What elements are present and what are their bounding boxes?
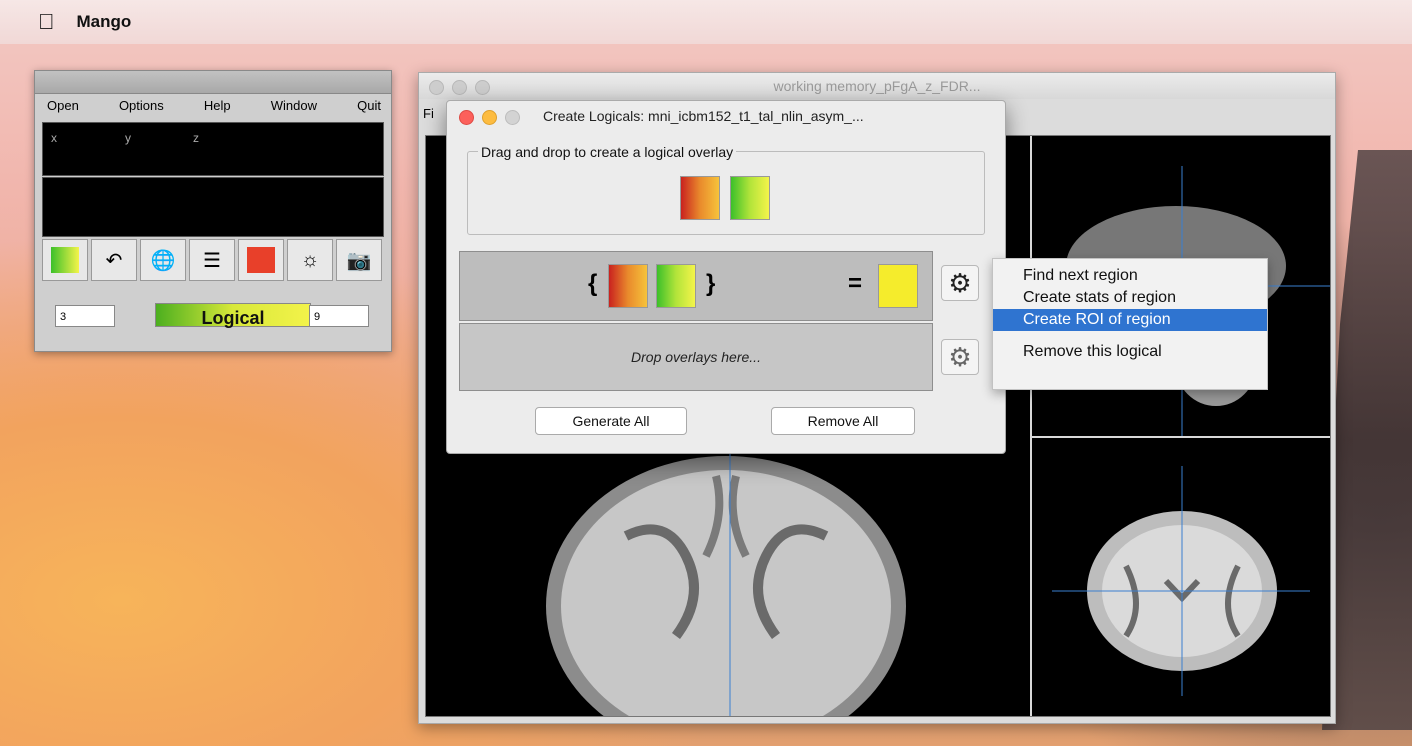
menu-options[interactable]: Options	[119, 98, 164, 116]
dialog-title: Create Logicals: mni_icbm152_t1_tal_nlin…	[543, 108, 864, 124]
view-divider-vertical[interactable]	[1030, 136, 1032, 716]
gear-icon: ⚙	[948, 341, 972, 372]
globe-button[interactable]: 🌐	[140, 239, 186, 281]
viewer-traffic-lights	[429, 80, 490, 95]
coord-y-label: y	[125, 131, 131, 145]
menu-open[interactable]: Open	[47, 98, 79, 116]
color-button[interactable]	[238, 239, 284, 281]
layers-icon: ☰	[203, 249, 221, 272]
toolbar-menu: Open Options Help Window Quit	[35, 94, 391, 116]
overlay-green-swatch[interactable]	[730, 176, 770, 220]
coronal-brain-slice	[1052, 466, 1310, 696]
coord-z-label: z	[193, 131, 199, 145]
dialog-traffic-lights	[459, 110, 520, 125]
view-divider-horizontal[interactable]	[1032, 436, 1330, 438]
viewer-title: working memory_pFgA_z_FDR...	[773, 78, 981, 94]
open-brace: {	[588, 270, 598, 297]
menu-window[interactable]: Window	[271, 98, 317, 116]
mango-toolbar-window: Open Options Help Window Quit x y z ↶ 🌐 …	[34, 70, 392, 352]
apple-icon[interactable]: 	[38, 9, 55, 35]
viewer-menu-file[interactable]: Fi	[423, 106, 434, 121]
viewer-zoom-icon[interactable]	[475, 80, 490, 95]
drop-options-button[interactable]: ⚙	[941, 339, 979, 375]
layers-button[interactable]: ☰	[189, 239, 235, 281]
toolbar-titlebar[interactable]	[35, 71, 391, 94]
menu-help[interactable]: Help	[204, 98, 231, 116]
menu-item-find-next-region[interactable]: Find next region	[993, 265, 1267, 287]
viewer-minimize-icon[interactable]	[452, 80, 467, 95]
dialog-minimize-icon[interactable]	[482, 110, 497, 125]
remove-all-button[interactable]: Remove All	[771, 407, 915, 435]
undo-crosshair-icon: ↶	[105, 249, 123, 272]
drop-placeholder: Drop overlays here...	[631, 349, 761, 365]
sun-icon: ☼	[300, 248, 320, 271]
tool-row: ↶ 🌐 ☰ ☼ 📷	[42, 239, 382, 281]
source-overlays	[680, 176, 770, 220]
close-brace: }	[706, 270, 716, 297]
viewer-close-icon[interactable]	[429, 80, 444, 95]
overlay-swatch-button[interactable]	[42, 239, 88, 281]
red-swatch-icon	[247, 247, 275, 273]
expression-red-swatch[interactable]	[608, 264, 648, 308]
camera-icon: 📷	[346, 249, 372, 272]
snapshot-button[interactable]: 📷	[336, 239, 382, 281]
dialog-titlebar[interactable]: Create Logicals: mni_icbm152_t1_tal_nlin…	[447, 101, 1005, 131]
menu-separator	[993, 331, 1267, 341]
menu-quit[interactable]: Quit	[357, 98, 381, 116]
globe-icon: 🌐	[150, 249, 176, 272]
menu-item-create-roi[interactable]: Create ROI of region	[993, 309, 1267, 331]
logical-options-button[interactable]: ⚙	[941, 265, 979, 301]
menu-item-create-stats[interactable]: Create stats of region	[993, 287, 1267, 309]
lut-bar[interactable]: Logical	[155, 303, 311, 328]
coord-x-label: x	[51, 131, 57, 145]
generate-all-button[interactable]: Generate All	[535, 407, 687, 435]
value-panel	[42, 177, 384, 237]
menu-bar:  Mango	[0, 0, 1412, 44]
result-yellow-swatch[interactable]	[878, 264, 918, 308]
lut-min-field[interactable]: 3	[55, 305, 115, 327]
green-swatch-icon	[51, 247, 79, 273]
dialog-zoom-icon[interactable]	[505, 110, 520, 125]
brightness-button[interactable]: ☼	[287, 239, 333, 281]
overlay-red-swatch[interactable]	[680, 176, 720, 220]
dialog-close-icon[interactable]	[459, 110, 474, 125]
lut-max-field[interactable]: 9	[309, 305, 369, 327]
logical-context-menu: Find next region Create stats of region …	[992, 258, 1268, 390]
expression-green-swatch[interactable]	[656, 264, 696, 308]
group-legend: Drag and drop to create a logical overla…	[478, 144, 737, 160]
logical-expression-row[interactable]: { } =	[459, 251, 933, 321]
menu-item-remove-logical[interactable]: Remove this logical	[993, 341, 1267, 363]
drop-zone[interactable]: Drop overlays here...	[459, 323, 933, 391]
coordinate-panel: x y z	[42, 122, 384, 176]
app-name[interactable]: Mango	[77, 12, 132, 32]
gear-icon: ⚙	[948, 267, 972, 298]
crosshair-undo-button[interactable]: ↶	[91, 239, 137, 281]
axial-brain-slice	[546, 436, 906, 716]
overlay-source-group: Drag and drop to create a logical overla…	[467, 144, 985, 235]
viewer-titlebar[interactable]: working memory_pFgA_z_FDR...	[419, 73, 1335, 99]
create-logicals-dialog: Create Logicals: mni_icbm152_t1_tal_nlin…	[446, 100, 1006, 454]
lut-row: 3 Logical 9	[55, 303, 375, 329]
equals-sign: =	[848, 270, 863, 297]
